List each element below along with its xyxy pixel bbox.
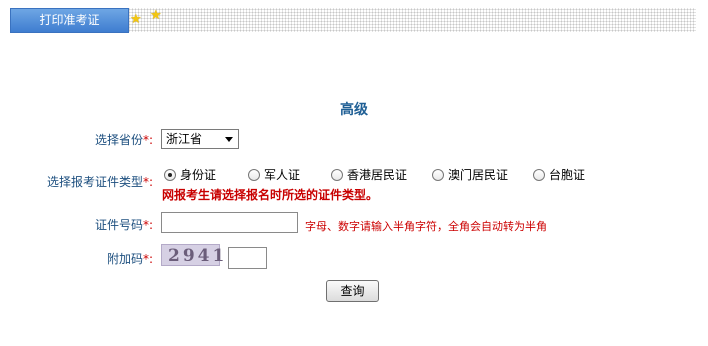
id-type-note: 网报考生请选择报名时所选的证件类型。 bbox=[162, 188, 379, 202]
page-title: 高级 bbox=[340, 102, 368, 118]
province-label: 选择省份*: bbox=[94, 133, 153, 147]
id-number-input[interactable] bbox=[161, 212, 298, 233]
query-button[interactable]: 查询 bbox=[326, 280, 379, 302]
captcha-input[interactable] bbox=[228, 247, 267, 269]
radio-macau-resident[interactable]: 澳门居民证 bbox=[432, 168, 508, 183]
radio-button[interactable] bbox=[248, 169, 260, 181]
required-mark: *: bbox=[142, 133, 153, 147]
radio-button[interactable] bbox=[432, 169, 444, 181]
province-select-value: 浙江省 bbox=[166, 132, 203, 146]
captcha-text: 2941 bbox=[168, 246, 228, 266]
id-number-label: 证件号码*: bbox=[94, 218, 153, 232]
star-icon: ★ bbox=[150, 8, 162, 23]
id-number-hint: 字母、数字请输入半角字符，全角会自动转为半角 bbox=[305, 220, 547, 233]
radio-taiwan-compatriot[interactable]: 台胞证 bbox=[533, 168, 585, 183]
radio-button[interactable] bbox=[331, 169, 343, 181]
chevron-down-icon bbox=[225, 137, 233, 142]
id-type-label: 选择报考证件类型*: bbox=[46, 175, 153, 189]
province-select[interactable]: 浙江省 bbox=[161, 129, 239, 149]
radio-button-checked[interactable] bbox=[164, 169, 176, 181]
required-mark: *: bbox=[142, 175, 153, 189]
radio-hongkong-resident[interactable]: 香港居民证 bbox=[331, 168, 407, 183]
captcha-image[interactable]: 2941 bbox=[161, 244, 224, 266]
radio-button[interactable] bbox=[533, 169, 545, 181]
header-bar: 打印准考证 ★ ★ bbox=[10, 8, 696, 33]
radio-id-card[interactable]: 身份证 bbox=[164, 168, 216, 183]
required-mark: *: bbox=[142, 218, 153, 232]
tab-print-admission-ticket[interactable]: 打印准考证 bbox=[10, 8, 129, 33]
dotted-divider bbox=[128, 8, 696, 32]
radio-military-card[interactable]: 军人证 bbox=[248, 168, 300, 183]
required-mark: *: bbox=[142, 252, 153, 266]
captcha-label: 附加码*: bbox=[106, 252, 153, 266]
star-icon: ★ bbox=[130, 12, 142, 27]
